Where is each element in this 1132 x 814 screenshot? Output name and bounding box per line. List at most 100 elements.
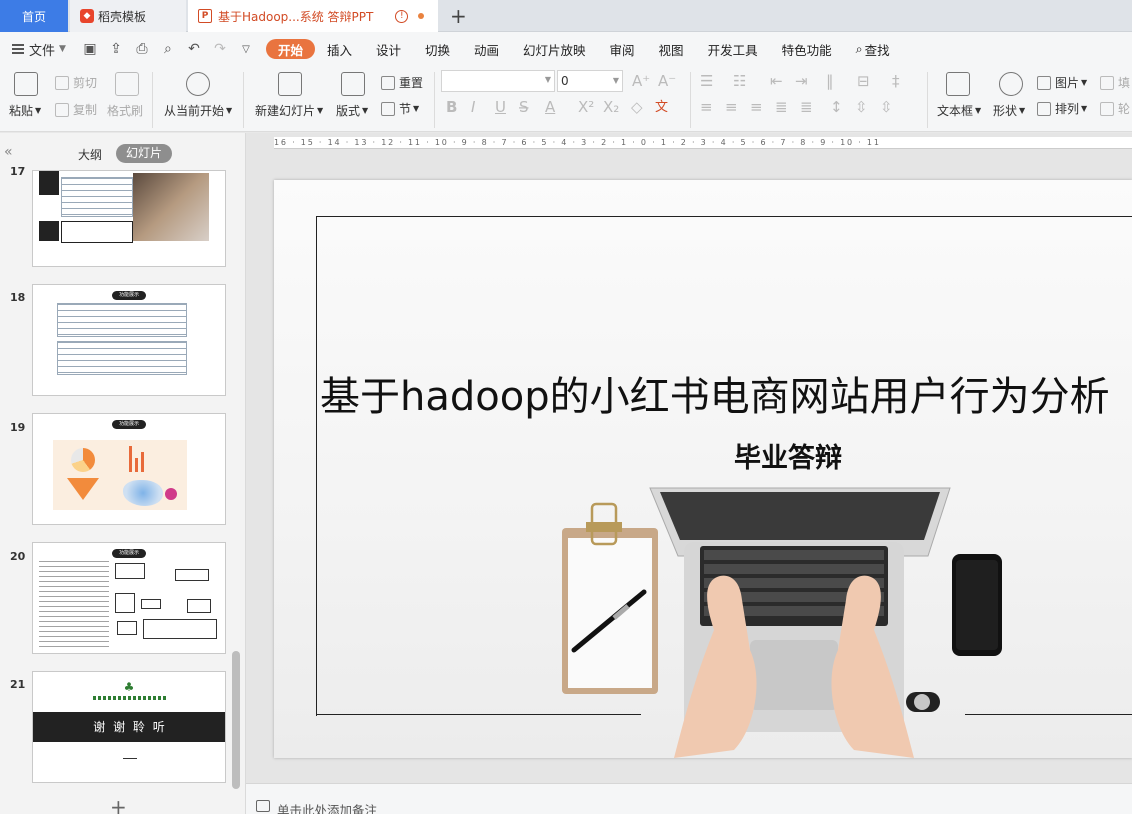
distribute-icon[interactable]: ≣ [800,98,813,116]
format-painter-button[interactable]: 格式刷 [107,102,143,119]
outline-tab[interactable]: 大纲 [78,146,102,163]
paragraph-spacing-icon[interactable]: ↕ [830,98,843,116]
arrange-button[interactable]: 排列 ▼ [1037,100,1087,117]
tab-home[interactable]: 首页 [0,0,68,32]
thumb-flow-diagram [115,563,219,641]
new-tab-button[interactable]: + [450,4,467,28]
thumb-donut [165,488,177,500]
ppt-file-icon: P [198,9,212,23]
text-box-button[interactable]: 文本框 ▼ [937,102,981,119]
numbered-list-icon[interactable]: ☷ [733,72,746,90]
superscript-icon[interactable]: X² [578,98,594,116]
menu-review[interactable]: 审阅 [598,39,647,59]
file-menu[interactable]: 文件 ▼ [12,40,66,59]
shape-icon[interactable] [999,72,1023,96]
layout-icon[interactable] [341,72,365,96]
menu-animation[interactable]: 动画 [462,39,511,59]
reset-icon [381,75,395,90]
slide-title[interactable]: 基于hadoop的小红书电商网站用户行为分析 [320,364,1110,422]
scissors-icon [55,75,69,90]
underline-icon[interactable]: U [495,98,506,116]
slide-thumbnail-17[interactable] [32,170,226,267]
section-button[interactable]: 节 ▼ [381,100,419,117]
arrange-icon [1037,101,1051,116]
line-spacing-icon[interactable]: ‡ [892,72,900,90]
clear-format-icon[interactable]: ◇ [631,98,643,116]
strikethrough-icon[interactable]: S̶ [519,98,529,116]
warning-icon[interactable]: ! [395,9,409,23]
slide-editor: 16 · 15 · 14 · 13 · 12 · 11 · 10 · 9 · 8… [246,133,1132,793]
menu-view[interactable]: 视图 [647,39,696,59]
print-preview-icon[interactable]: ⌕ [160,41,176,57]
new-slide-icon[interactable] [278,72,302,96]
column-icon[interactable]: ⇳ [855,98,868,116]
customize-icon[interactable]: ▽ [238,44,254,55]
bold-icon[interactable]: B [446,98,457,116]
increase-font-icon[interactable]: A⁺ [632,72,650,90]
text-box-label: 文本框 [937,104,974,118]
tab-template[interactable]: ◆ 稻壳模板 [70,0,186,32]
align-center-icon[interactable]: ≡ [725,98,738,116]
ribbon-divider [243,72,244,128]
menu-search[interactable]: ⌕ 查找 [844,39,902,59]
justify-icon[interactable]: ≣ [775,98,788,116]
subscript-icon[interactable]: X₂ [603,98,619,116]
picture-button[interactable]: 图片 ▼ [1037,74,1087,91]
align-left-icon[interactable]: ≡ [700,98,713,116]
notes-pane[interactable]: 单击此处添加备注 [246,783,1132,814]
chevron-down-icon: ▼ [612,76,619,85]
tab-document[interactable]: P 基于Hadoop...系统 答辩PPT ! [188,0,438,32]
print-icon[interactable]: ⎙ [134,41,150,57]
panel-header: « 大纲 幻灯片 [0,143,246,165]
menu-slideshow[interactable]: 幻灯片放映 [511,39,598,59]
slide-number: 17 [10,165,26,178]
slide-thumbnail-19[interactable]: 功能展示 [32,413,226,525]
undo-icon[interactable]: ↶ [186,41,202,57]
decrease-font-icon[interactable]: A⁻ [658,72,676,90]
paste-button[interactable]: 粘贴 ▼ [9,102,41,119]
redo-icon[interactable]: ↷ [212,41,228,57]
play-icon[interactable] [186,72,210,96]
slide-subtitle[interactable]: 毕业答辩 [274,436,1132,475]
slide-thumbnail-20[interactable]: 功能展示 [32,542,226,654]
menu-insert[interactable]: 插入 [315,39,364,59]
layout-button[interactable]: 版式 ▼ [336,102,368,119]
text-direction-icon[interactable]: ‖ [826,72,834,90]
outline-button[interactable]: 轮 [1100,100,1130,117]
increase-indent-icon[interactable]: ⇥ [795,72,808,90]
convert-smartart-icon[interactable]: ⇳ [880,98,893,116]
phonetic-guide-icon[interactable]: 文 [655,96,668,115]
decrease-indent-icon[interactable]: ⇤ [770,72,783,90]
font-size-select[interactable]: 0 ▼ [557,70,623,92]
shape-button[interactable]: 形状 ▼ [993,102,1025,119]
slide-thumbnail-18[interactable]: 功能展示 [32,284,226,396]
text-box-icon[interactable] [946,72,970,96]
copy-button[interactable]: 复制 [55,101,97,118]
menu-transition[interactable]: 切换 [413,39,462,59]
menu-features[interactable]: 特色功能 [770,39,844,59]
play-from-current-button[interactable]: 从当前开始 ▼ [164,102,232,119]
bullet-list-icon[interactable]: ☰ [700,72,713,90]
align-right-icon[interactable]: ≡ [750,98,763,116]
collapse-panel-icon[interactable]: « [4,144,13,160]
align-text-icon[interactable]: ⊟ [857,72,870,90]
thumbnail-scrollbar[interactable] [232,651,240,789]
add-slide-button[interactable]: + [110,795,127,814]
paste-icon[interactable] [14,72,38,96]
slides-tab[interactable]: 幻灯片 [116,144,172,163]
menu-design[interactable]: 设计 [364,39,413,59]
reset-button[interactable]: 重置 [381,74,423,91]
italic-icon[interactable]: I [471,98,475,116]
new-slide-button[interactable]: 新建幻灯片 ▼ [255,102,323,119]
font-color-icon[interactable]: A [545,98,555,116]
save-icon[interactable]: ▣ [82,41,98,57]
picture-icon [1037,75,1051,90]
menu-developer[interactable]: 开发工具 [696,39,770,59]
menu-start[interactable]: 开始 [265,39,315,59]
current-slide[interactable]: 基于hadoop的小红书电商网站用户行为分析 毕业答辩 [274,180,1132,758]
slide-thumbnail-21[interactable]: ♣ 谢 谢 聆 听 [32,671,226,783]
fill-button[interactable]: 填 [1100,74,1130,91]
cut-button[interactable]: 剪切 [55,74,97,91]
export-icon[interactable]: ⇪ [108,41,124,57]
font-family-select[interactable]: ▼ [441,70,555,92]
